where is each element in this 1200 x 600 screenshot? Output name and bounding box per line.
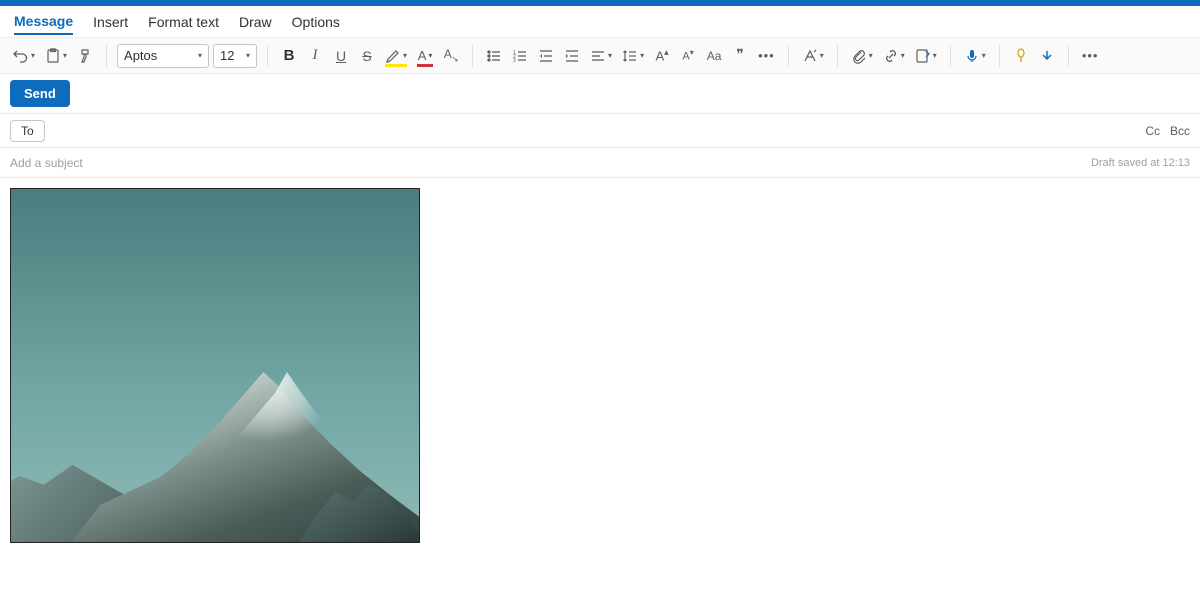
dictate-button[interactable]: ▾ [961, 43, 989, 69]
font-name-value: Aptos [124, 48, 157, 63]
paste-button[interactable]: ▾ [42, 43, 70, 69]
tab-message[interactable]: Message [14, 9, 73, 35]
download-button[interactable] [1036, 43, 1058, 69]
svg-text:3: 3 [513, 58, 516, 64]
separator [472, 45, 473, 67]
font-size-select[interactable]: 12▾ [213, 44, 257, 68]
more-formatting-button[interactable]: ••• [755, 43, 778, 69]
font-name-select[interactable]: Aptos▾ [117, 44, 209, 68]
tab-options[interactable]: Options [292, 10, 340, 34]
inserted-image[interactable] [10, 188, 420, 543]
font-color-button[interactable]: A▾ [414, 43, 436, 69]
tab-format-text[interactable]: Format text [148, 10, 219, 34]
clear-formatting-button[interactable]: A↘ [440, 43, 462, 69]
bullets-button[interactable] [483, 43, 505, 69]
line-spacing-button[interactable]: ▾ [619, 43, 647, 69]
separator [267, 45, 268, 67]
message-body[interactable] [0, 178, 1200, 553]
separator [788, 45, 789, 67]
strikethrough-button[interactable]: S [356, 43, 378, 69]
bcc-button[interactable]: Bcc [1170, 124, 1190, 138]
separator [999, 45, 1000, 67]
link-button[interactable]: ▾ [880, 43, 908, 69]
attach-button[interactable]: ▾ [848, 43, 876, 69]
separator [950, 45, 951, 67]
draft-saved-label: Draft saved at 12:13 [1091, 157, 1190, 169]
ribbon-tabs: Message Insert Format text Draw Options [0, 6, 1200, 38]
more-options-button[interactable]: ••• [1079, 43, 1102, 69]
increase-font-button[interactable]: A▴ [651, 43, 673, 69]
send-button[interactable]: Send [10, 80, 70, 107]
align-button[interactable]: ▾ [587, 43, 615, 69]
increase-indent-button[interactable] [561, 43, 583, 69]
signature-button[interactable]: ▾ [912, 43, 940, 69]
italic-button[interactable]: I [304, 43, 326, 69]
to-row: To Cc Bcc [0, 114, 1200, 148]
bold-button[interactable]: B [278, 43, 300, 69]
quote-button[interactable]: ❞ [729, 43, 751, 69]
decrease-font-button[interactable]: A▾ [677, 43, 699, 69]
cc-button[interactable]: Cc [1145, 124, 1160, 138]
subject-row: Draft saved at 12:13 [0, 148, 1200, 178]
subject-input[interactable] [10, 156, 1081, 170]
decrease-indent-button[interactable] [535, 43, 557, 69]
underline-button[interactable]: U [330, 43, 352, 69]
to-input[interactable] [55, 123, 1136, 138]
separator [1068, 45, 1069, 67]
undo-button[interactable]: ▾ [10, 43, 38, 69]
numbering-button[interactable]: 123 [509, 43, 531, 69]
separator [837, 45, 838, 67]
highlight-button[interactable]: ▾ [382, 43, 410, 69]
format-painter-button[interactable] [74, 43, 96, 69]
font-size-value: 12 [220, 48, 234, 63]
tab-draw[interactable]: Draw [239, 10, 272, 34]
sensitivity-button[interactable] [1010, 43, 1032, 69]
ribbon-toolbar: ▾ ▾ Aptos▾ 12▾ B I U S ▾ A▾ A↘ 123 ▾ ▾ A… [0, 38, 1200, 74]
styles-button[interactable]: ▾ [799, 43, 827, 69]
to-field-button[interactable]: To [10, 120, 45, 142]
send-row: Send [0, 74, 1200, 114]
change-case-button[interactable]: Aa [703, 43, 725, 69]
tab-insert[interactable]: Insert [93, 10, 128, 34]
separator [106, 45, 107, 67]
